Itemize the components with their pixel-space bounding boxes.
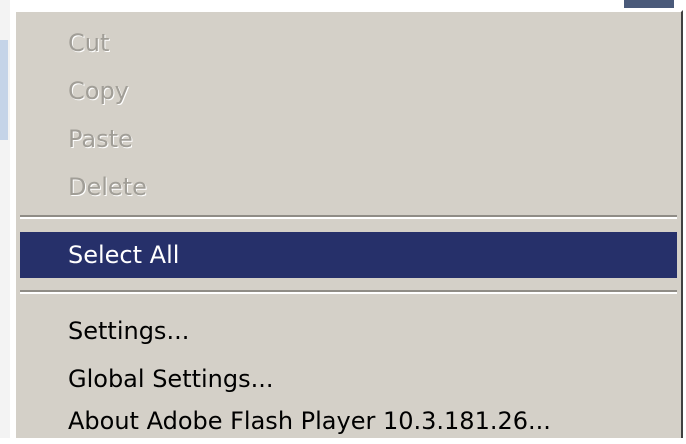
menu-item-settings[interactable]: Settings... — [20, 308, 677, 354]
menu-item-paste: Paste — [68, 125, 133, 153]
menu-separator — [20, 290, 677, 294]
menu-item-copy: Copy — [68, 77, 129, 105]
menu-item-global-settings[interactable]: Global Settings... — [20, 356, 677, 402]
menu-item-select-all[interactable]: Select All — [20, 232, 677, 278]
background-left-highlight — [0, 40, 8, 140]
menu-item-delete: Delete — [68, 173, 147, 201]
background-top-right-element — [624, 0, 674, 8]
menu-separator — [20, 215, 677, 219]
menu-item-about-flash-player[interactable]: About Adobe Flash Player 10.3.181.26... — [20, 398, 677, 444]
flash-context-menu: Cut Copy Paste Delete Select All Setting… — [14, 10, 683, 438]
menu-item-cut: Cut — [68, 29, 110, 57]
